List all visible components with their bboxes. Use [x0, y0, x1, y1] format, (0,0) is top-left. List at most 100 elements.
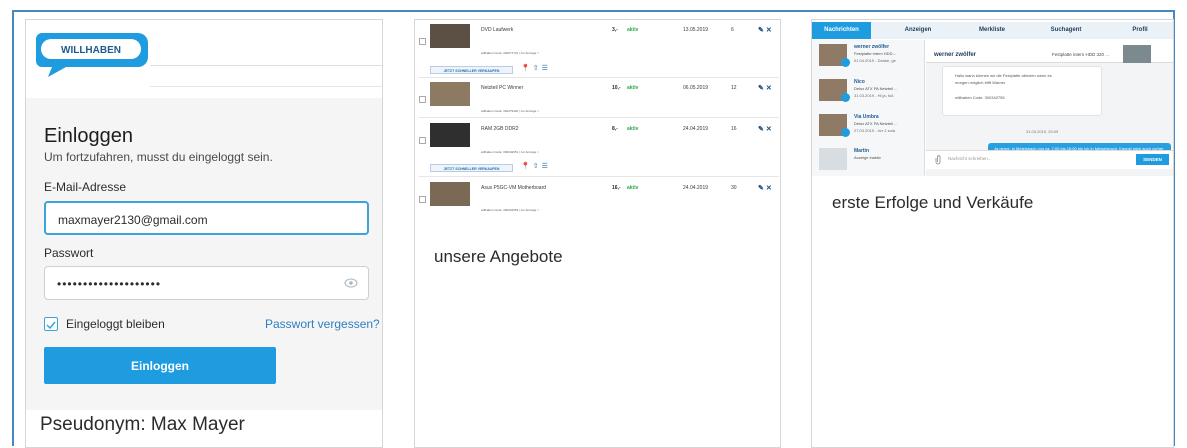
listings-caption: unsere Angebote	[434, 247, 563, 266]
chat-product[interactable]: Festplatte intern HDD 320 ...	[1052, 52, 1109, 57]
message-code: willhaben Code: 300342755	[955, 95, 1005, 100]
item-views: 30	[731, 185, 737, 191]
remember-label[interactable]: Eingeloggt bleiben	[66, 317, 165, 331]
item-views: 6	[731, 27, 734, 33]
item-price: 8,-	[612, 126, 618, 132]
list-icon: ☰	[541, 163, 551, 170]
item-price: 3,-	[612, 27, 618, 33]
messages-caption: erste Erfolge und Verkäufe	[832, 193, 1034, 212]
rocket-icon: ⇧	[532, 65, 542, 72]
item-views: 16	[731, 126, 737, 132]
tab-bar: Nachrichten Anzeigen Merkliste Suchagent…	[812, 22, 1173, 39]
item-actions[interactable]: ✎ ✕	[758, 84, 772, 92]
item-tool-icons[interactable]: 📍⇧☰	[521, 64, 551, 72]
rocket-icon: ⇧	[532, 163, 542, 170]
send-button[interactable]: SENDEN	[1136, 154, 1169, 165]
sell-faster-button[interactable]: JETZT SCHNELLER VERKAUFEN	[430, 164, 513, 172]
item-code[interactable]: willhaben Code: 300342053 | zur Anzeige …	[481, 208, 539, 212]
remember-checkbox[interactable]	[44, 317, 58, 331]
login-title: Einloggen	[44, 125, 133, 147]
delete-icon: ✕	[765, 126, 772, 133]
item-checkbox[interactable]	[419, 96, 426, 103]
message-line: Hallo wann können wir die Festplatte abh…	[955, 73, 1052, 78]
conversation-name: Via Umbra	[854, 114, 879, 120]
check-icon	[46, 321, 56, 330]
login-form: Einloggen Um fortzufahren, musst du eing…	[26, 98, 382, 410]
messages-panel: Nachrichten Anzeigen Merkliste Suchagent…	[811, 19, 1174, 448]
delete-icon: ✕	[765, 85, 772, 92]
delete-icon: ✕	[765, 185, 772, 192]
willhaben-logo[interactable]: WILLHABEN	[34, 31, 150, 79]
item-name[interactable]: RAM 2GB DDR2	[481, 126, 519, 132]
divider	[419, 176, 779, 177]
forgot-password-link[interactable]: Passwort vergessen?	[265, 317, 380, 331]
divider	[419, 77, 779, 78]
item-status: aktiv	[627, 27, 639, 33]
item-price: 10,-	[612, 85, 621, 91]
product-thumbnail[interactable]	[1123, 45, 1151, 63]
email-input[interactable]: maxmayer2130@gmail.com	[44, 201, 369, 235]
eye-icon[interactable]	[344, 277, 358, 289]
conversation-subject: Delux ATX PA Netzteil ...	[854, 86, 898, 91]
item-name[interactable]: Netzteil PC Winner	[481, 85, 523, 91]
message-line: morgen möglich trifft Warner	[955, 80, 1006, 85]
conversation-item[interactable]: Martin Anzeige inaktiv	[812, 144, 924, 177]
listings-panel: DVD Laufwerk 3,- aktiv 13.05.2019 6 ✎ ✕ …	[414, 19, 781, 448]
avatar	[819, 148, 847, 170]
conversation-preview: 27.03.2019 - hvr 2 sola	[854, 128, 895, 133]
item-code[interactable]: willhaben Code: 302479420 | zur Anzeige …	[481, 109, 539, 113]
message-input-bar: Nachricht schreiben... SENDEN	[926, 150, 1173, 169]
tab-profil[interactable]: Profil	[1108, 22, 1172, 39]
password-input[interactable]: ••••••••••••••••••••	[44, 266, 369, 300]
conversation-item[interactable]: werner zwölfer Festplatte intern HDD... …	[812, 40, 924, 73]
attachment-icon[interactable]	[934, 155, 942, 165]
tab-anzeigen[interactable]: Anzeigen	[886, 22, 950, 39]
item-actions[interactable]: ✎ ✕	[758, 184, 772, 192]
login-panel: WILLHABEN Einloggen Um fortzufahren, mus…	[25, 19, 383, 448]
conversation-name: Nico	[854, 79, 865, 85]
conversation-subject: Anzeige inaktiv	[854, 155, 881, 160]
item-status: aktiv	[627, 185, 639, 191]
delete-icon: ✕	[765, 27, 772, 34]
email-label: E-Mail-Adresse	[44, 180, 127, 194]
conversation-list: werner zwölfer Festplatte intern HDD... …	[812, 40, 925, 176]
edit-icon: ✎	[758, 126, 764, 133]
conversation-subject: Delux ATX PA Netzteil ...	[854, 121, 898, 126]
item-code[interactable]: willhaben Code: 300342051 | zur Anzeige …	[481, 150, 539, 154]
tab-merkliste[interactable]: Merkliste	[960, 22, 1024, 39]
incoming-message: Hallo wann können wir die Festplatte abh…	[942, 66, 1102, 116]
item-date: 13.05.2019	[683, 27, 709, 33]
item-actions[interactable]: ✎ ✕	[758, 125, 772, 133]
item-tool-icons[interactable]: 📍⇧☰	[521, 162, 551, 170]
item-thumbnail[interactable]	[430, 82, 470, 106]
sell-faster-button[interactable]: JETZT SCHNELLER VERKAUFEN	[430, 66, 513, 74]
item-date: 24.04.2019	[683, 185, 709, 191]
list-icon: ☰	[541, 65, 551, 72]
pin-icon: 📍	[521, 65, 533, 72]
login-subtitle: Um fortzufahren, musst du eingeloggt sei…	[44, 150, 273, 164]
item-price: 16,-	[612, 185, 621, 191]
password-value: ••••••••••••••••••••	[57, 277, 162, 291]
header: WILLHABEN	[26, 20, 382, 98]
conversation-preview: 31.03.2019 - Hi ja, fuß	[854, 93, 894, 98]
item-actions[interactable]: ✎ ✕	[758, 26, 772, 34]
item-checkbox[interactable]	[419, 137, 426, 144]
item-name[interactable]: DVD Laufwerk	[481, 27, 513, 33]
conversation-item[interactable]: Via Umbra Delux ATX PA Netzteil ... 27.0…	[812, 110, 924, 143]
item-thumbnail[interactable]	[430, 123, 470, 147]
item-checkbox[interactable]	[419, 38, 426, 45]
item-code[interactable]: willhaben Code: 302977731 | zur Anzeige …	[481, 51, 539, 55]
badge-icon	[841, 58, 850, 67]
item-checkbox[interactable]	[419, 196, 426, 203]
item-date: 24.04.2019	[683, 126, 709, 132]
item-thumbnail[interactable]	[430, 182, 470, 206]
chat-header: werner zwölfer Festplatte intern HDD 320…	[926, 40, 1173, 63]
conversation-item[interactable]: Nico Delux ATX PA Netzteil ... 31.03.201…	[812, 75, 924, 108]
item-status: aktiv	[627, 126, 639, 132]
item-thumbnail[interactable]	[430, 24, 470, 48]
message-input[interactable]: Nachricht schreiben...	[948, 156, 992, 161]
item-name[interactable]: Asus P5GC-VM Motherboard	[481, 185, 546, 191]
tab-nachrichten[interactable]: Nachrichten	[812, 22, 871, 39]
login-button[interactable]: Einloggen	[44, 347, 276, 384]
tab-suchagent[interactable]: Suchagent	[1034, 22, 1098, 39]
